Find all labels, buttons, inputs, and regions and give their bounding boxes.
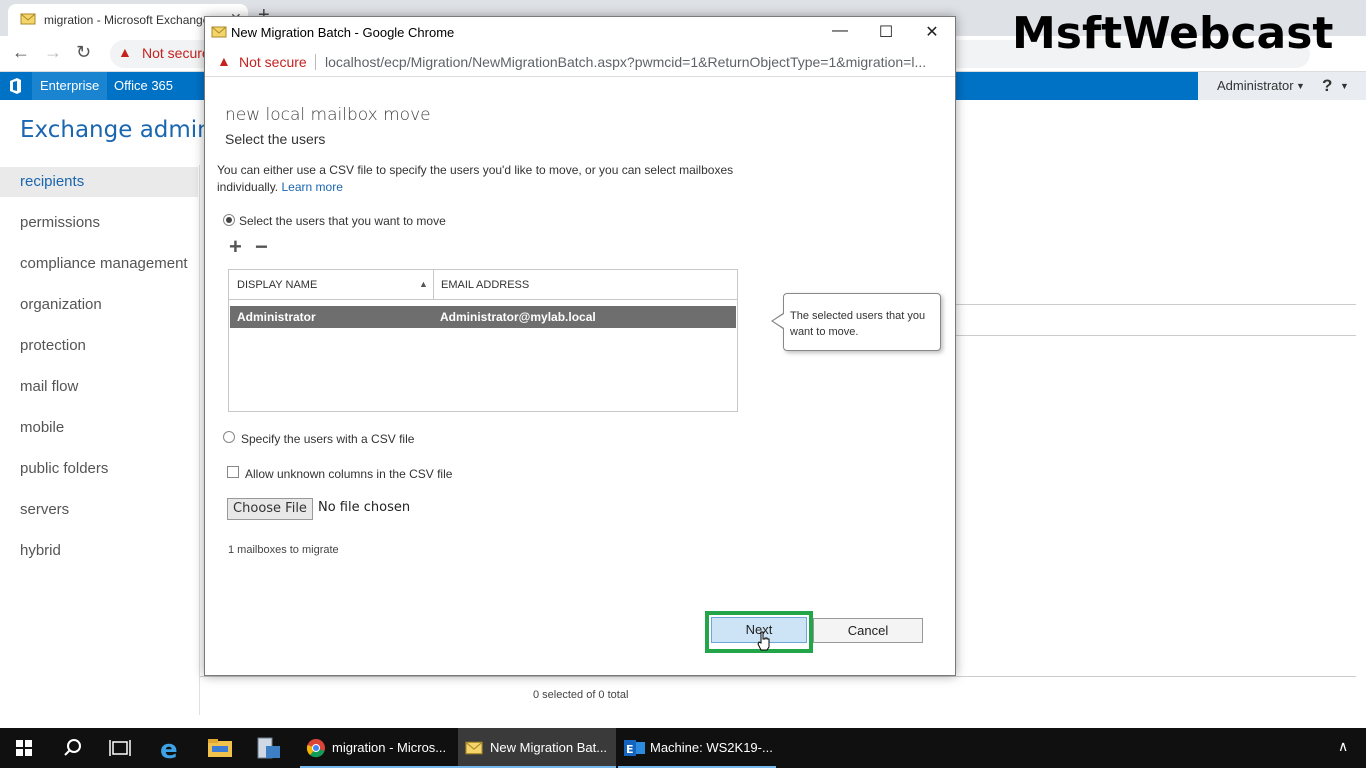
url-text[interactable]: localhost/ecp/Migration/NewMigrationBatc… (325, 54, 945, 70)
sidebar-item-hybrid[interactable]: hybrid (0, 536, 198, 566)
exchange-envelope-icon (465, 741, 483, 755)
wizard-heading: new local mailbox move (225, 105, 431, 125)
taskbar-app-machine[interactable]: E Machine: WS2K19-... (618, 728, 776, 768)
not-secure-label: Not secure (142, 45, 210, 61)
user-menu[interactable]: Administrator (1217, 72, 1294, 100)
cell-display-name: Administrator (237, 310, 316, 324)
back-icon[interactable]: ← (12, 42, 30, 63)
warning-icon: ▲ (217, 53, 231, 69)
users-grid: DISPLAY NAME ▲ EMAIL ADDRESS Administrat… (228, 269, 738, 412)
reload-icon[interactable]: ↻ (76, 42, 91, 63)
nav-enterprise[interactable]: Enterprise (32, 72, 108, 100)
help-icon[interactable]: ? (1322, 72, 1332, 100)
server-manager-icon[interactable] (244, 728, 292, 768)
chevron-up-icon[interactable]: ∧ (1338, 738, 1348, 755)
office-logo-icon[interactable] (8, 78, 22, 94)
svg-text:E: E (626, 743, 634, 756)
sort-ascending-icon[interactable]: ▲ (419, 279, 428, 289)
radio-select-users-label: Select the users that you want to move (239, 214, 446, 228)
sidebar-item-protection[interactable]: protection (0, 331, 198, 361)
hand-cursor-icon (757, 631, 770, 651)
exchange-icon: E (624, 740, 645, 756)
sidebar-divider (199, 165, 200, 715)
allow-unknown-columns-checkbox[interactable] (227, 466, 239, 478)
sidebar-item-servers[interactable]: servers (0, 495, 198, 525)
chevron-down-icon[interactable]: ▼ (1296, 72, 1305, 100)
sidebar-item-mobile[interactable]: mobile (0, 413, 198, 443)
column-display-name[interactable]: DISPLAY NAME (237, 279, 317, 291)
watermark: MsftWebcast (1012, 8, 1334, 59)
radio-select-users[interactable] (223, 214, 235, 226)
cancel-button[interactable]: Cancel (813, 618, 923, 643)
wizard-subheading: Select the users (225, 131, 326, 147)
forward-icon[interactable]: → (44, 42, 62, 63)
file-status: No file chosen (318, 500, 411, 515)
minimize-icon[interactable]: — (817, 22, 863, 44)
new-migration-batch-window: New Migration Batch - Google Chrome — ☐ … (204, 16, 956, 676)
radio-csv-label: Specify the users with a CSV file (241, 432, 415, 446)
taskbar-app-label: migration - Micros... (332, 740, 447, 755)
warning-icon: ▲ (118, 44, 132, 60)
radio-csv[interactable] (223, 431, 235, 443)
tooltip-arrow (773, 314, 784, 328)
sidebar-item-recipients[interactable]: recipients (0, 167, 198, 197)
svg-text:e: e (160, 735, 178, 765)
column-email-address[interactable]: EMAIL ADDRESS (441, 279, 529, 291)
sidebar-item-permissions[interactable]: permissions (0, 208, 198, 238)
divider (956, 335, 1356, 336)
windows-start-icon[interactable] (0, 728, 48, 768)
internet-explorer-icon[interactable]: e (146, 728, 194, 768)
divider (315, 54, 316, 70)
learn-more-link[interactable]: Learn more (282, 180, 343, 194)
divider (200, 676, 1356, 677)
chrome-icon (306, 739, 325, 758)
nav-office365[interactable]: Office 365 (114, 72, 173, 100)
close-icon[interactable]: ✕ (909, 22, 955, 44)
divider (956, 304, 1356, 305)
cell-email-address: Administrator@mylab.local (440, 310, 596, 324)
sidebar-item-compliance-management[interactable]: compliance management (0, 249, 198, 279)
choose-file-button[interactable]: Choose File (227, 498, 313, 520)
mailbox-count: 1 mailboxes to migrate (228, 544, 339, 556)
taskbar-app-chrome-migration[interactable]: migration - Micros... (300, 728, 458, 768)
taskbar-app-new-migration-batch[interactable]: New Migration Bat... (458, 728, 616, 768)
maximize-icon[interactable]: ☐ (863, 22, 909, 44)
browser-tab-title: migration - Microsoft Exchange (44, 13, 210, 27)
window-title: New Migration Batch - Google Chrome (231, 25, 455, 40)
chevron-down-icon[interactable]: ▼ (1340, 72, 1349, 100)
file-explorer-icon[interactable] (196, 728, 244, 768)
taskbar-app-label: Machine: WS2K19-... (650, 740, 773, 755)
not-secure-label: Not secure (239, 54, 307, 70)
remove-icon[interactable]: − (255, 236, 268, 258)
tooltip: The selected users that you want to move… (783, 293, 941, 351)
table-row[interactable]: Administrator Administrator@mylab.local (230, 306, 736, 328)
sidebar-item-public-folders[interactable]: public folders (0, 454, 198, 484)
sidebar-item-mail-flow[interactable]: mail flow (0, 372, 198, 402)
taskbar-app-label: New Migration Bat... (490, 740, 608, 755)
allow-unknown-columns-label: Allow unknown columns in the CSV file (245, 467, 453, 481)
add-icon[interactable]: + (229, 236, 242, 258)
task-view-icon[interactable] (96, 728, 144, 768)
selection-status: 0 selected of 0 total (533, 689, 629, 701)
sidebar-item-organization[interactable]: organization (0, 290, 198, 320)
exchange-envelope-icon (211, 26, 227, 38)
grid-header: DISPLAY NAME ▲ EMAIL ADDRESS (229, 270, 737, 300)
column-divider (433, 270, 434, 300)
wizard-description: You can either use a CSV file to specify… (217, 162, 737, 196)
exchange-envelope-icon (20, 13, 36, 25)
search-icon[interactable] (48, 728, 96, 768)
